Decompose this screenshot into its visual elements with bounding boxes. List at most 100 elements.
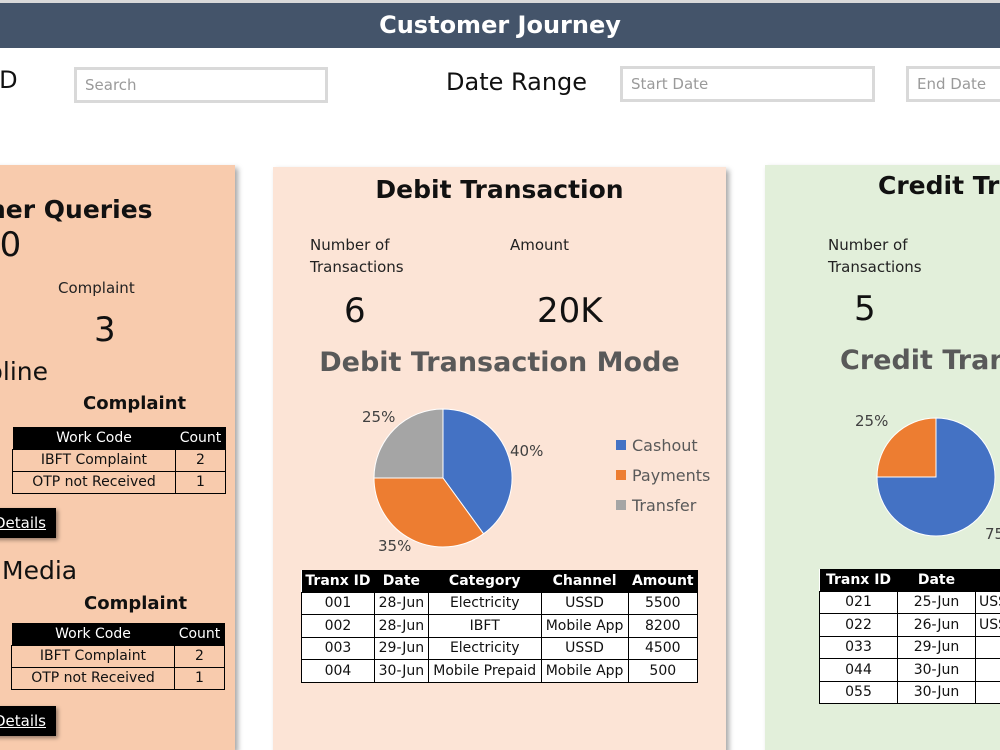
debit-title: Debit Transaction: [375, 175, 624, 204]
table-cell: 28-Jun: [373, 591, 429, 615]
debit-num-label-2: Transactions: [310, 258, 404, 276]
table-row: 033 29-Jun: [819, 635, 1000, 659]
debit-pie-chart: [373, 408, 513, 548]
table-cell: [975, 635, 1000, 659]
table-cell: 003: [301, 636, 375, 660]
table-cell: 033: [819, 635, 898, 659]
table-cell: 30-Jun: [897, 680, 976, 704]
table-row: IBFT Complaint 2: [11, 644, 225, 668]
queries-complaint-label: Complaint: [58, 279, 135, 297]
dashboard: Customer Journey ID Date Range ner Queri…: [0, 0, 1000, 750]
table-cell: Mobile App: [540, 659, 629, 683]
column-header: Count: [175, 427, 226, 449]
helpline-details-button[interactable]: Details: [0, 508, 57, 538]
queries-complaint-count: 3: [94, 310, 116, 350]
column-header: Tranx ID: [301, 570, 375, 592]
table-cell: OTP not Received: [12, 470, 176, 494]
table-cell: 29-Jun: [897, 635, 976, 659]
social-media-details-button[interactable]: Details: [0, 706, 57, 736]
table-cell: [975, 680, 1000, 704]
table-cell: Mobile App: [540, 614, 629, 638]
table-row: 022 26-Jun USS: [819, 613, 1000, 637]
customer-queries-panel: ner Queries 10 Complaint 3 pline Complai…: [0, 165, 235, 750]
queries-total: 10: [0, 225, 22, 265]
table-cell: 055: [819, 680, 898, 704]
social-media-subtitle: Complaint: [84, 593, 188, 614]
table-row: 044 30-Jun: [819, 658, 1000, 682]
table-cell: 021: [819, 590, 898, 614]
table-row: 055 30-Jun: [819, 680, 1000, 704]
credit-transaction-panel: Credit Tra Number of Transactions 5 Cred…: [765, 165, 1000, 750]
table-header-row: Work Code Count: [12, 427, 226, 449]
credit-pie-chart: [876, 417, 996, 537]
table-cell: 28-Jun: [373, 614, 429, 638]
column-header: Date: [897, 569, 976, 591]
column-header: Category: [428, 570, 542, 592]
table-row: 001 28-Jun Electricity USSD 5500: [301, 591, 699, 615]
table-cell: 25-Jun: [897, 590, 976, 614]
table-cell: IBFT Complaint: [12, 448, 176, 472]
table-header-row: Tranx ID Date Category Channel Amount: [301, 570, 698, 592]
social-media-table: Work Code Count IBFT Complaint 2 OTP not…: [11, 623, 225, 690]
debit-num-value: 6: [344, 291, 366, 331]
debit-legend: Cashout Payments Transfer: [616, 430, 710, 520]
table-row: 021 25-Jun USS: [819, 590, 1000, 614]
credit-num-value: 5: [854, 289, 876, 329]
helpline-table: Work Code Count IBFT Complaint 2 OTP not…: [12, 427, 226, 494]
legend-swatch-cashout: [616, 440, 626, 450]
legend-item: Payments: [616, 460, 710, 490]
table-cell: USS: [975, 590, 1000, 614]
table-cell: USSD: [540, 591, 629, 615]
table-cell: Mobile Prepaid: [427, 659, 542, 683]
start-date-input[interactable]: [620, 66, 875, 102]
table-cell: USSD: [540, 636, 629, 660]
table-cell: 2: [174, 644, 225, 668]
column-header: Channel: [541, 570, 629, 592]
table-cell: 1: [175, 470, 226, 494]
column-header: [975, 569, 1000, 591]
column-header: Work Code: [11, 623, 175, 645]
id-label: ID: [0, 66, 18, 94]
table-cell: USS: [975, 613, 1000, 637]
column-header: Tranx ID: [819, 569, 898, 591]
social-media-title: Media: [2, 556, 78, 585]
legend-label: Transfer: [632, 495, 697, 515]
helpline-title: pline: [0, 357, 48, 386]
legend-item: Cashout: [616, 430, 710, 460]
table-cell: 004: [301, 659, 375, 683]
table-row: IBFT Complaint 2: [12, 448, 226, 472]
table-header-row: Tranx ID Date: [819, 569, 1000, 591]
table-cell: 022: [819, 613, 898, 637]
debit-num-label-1: Number of: [310, 236, 390, 254]
credit-num-label-2: Transactions: [828, 258, 922, 276]
legend-label: Cashout: [632, 435, 698, 455]
table-cell: 500: [627, 659, 699, 683]
table-cell: 4500: [627, 636, 699, 660]
table-cell: Electricity: [427, 591, 542, 615]
debit-amount-label: Amount: [510, 236, 569, 254]
table-row: 004 30-Jun Mobile Prepaid Mobile App 500: [301, 659, 699, 683]
table-cell: [975, 658, 1000, 682]
table-header-row: Work Code Count: [11, 623, 225, 645]
table-cell: 8200: [627, 614, 699, 638]
table-cell: 29-Jun: [373, 636, 429, 660]
page-title: Customer Journey: [0, 0, 1000, 48]
legend-swatch-transfer: [616, 500, 626, 510]
table-cell: 044: [819, 658, 898, 682]
table-cell: 001: [301, 591, 375, 615]
column-header: Amount: [628, 570, 698, 592]
debit-transactions-table: Tranx ID Date Category Channel Amount 00…: [301, 570, 699, 683]
table-row: OTP not Received 1: [11, 666, 225, 690]
credit-pie-label-large: 75: [985, 525, 1000, 543]
table-cell: 30-Jun: [373, 659, 429, 683]
table-cell: OTP not Received: [11, 666, 175, 690]
credit-transactions-table: Tranx ID Date 021 25-Jun USS 022 26-Jun …: [819, 569, 1000, 704]
end-date-input[interactable]: [906, 66, 1000, 102]
table-cell: 5500: [627, 591, 699, 615]
credit-pie-label-small: 25%: [855, 412, 889, 430]
table-cell: 30-Jun: [897, 658, 976, 682]
column-header: Count: [174, 623, 225, 645]
search-input[interactable]: [74, 67, 328, 103]
table-cell: 26-Jun: [897, 613, 976, 637]
table-row: OTP not Received 1: [12, 470, 226, 494]
